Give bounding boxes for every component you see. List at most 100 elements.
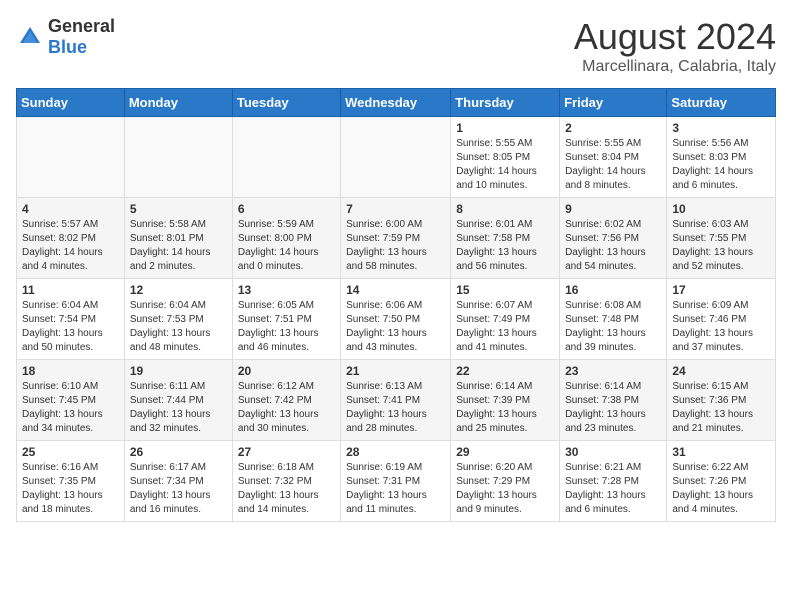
calendar-cell bbox=[232, 117, 340, 198]
day-info: Sunrise: 6:04 AM Sunset: 7:53 PM Dayligh… bbox=[130, 299, 227, 355]
day-info: Sunrise: 6:21 AM Sunset: 7:28 PM Dayligh… bbox=[565, 461, 661, 517]
calendar-cell: 23Sunrise: 6:14 AM Sunset: 7:38 PM Dayli… bbox=[560, 360, 667, 441]
calendar-header-row: SundayMondayTuesdayWednesdayThursdayFrid… bbox=[17, 89, 776, 117]
day-number: 25 bbox=[22, 445, 119, 459]
day-info: Sunrise: 6:01 AM Sunset: 7:58 PM Dayligh… bbox=[456, 218, 554, 274]
day-info: Sunrise: 6:17 AM Sunset: 7:34 PM Dayligh… bbox=[130, 461, 227, 517]
calendar-cell: 4 Sunrise: 5:57 AM Sunset: 8:02 PM Daylig… bbox=[17, 198, 125, 279]
day-info: Sunrise: 6:18 AM Sunset: 7:32 PM Dayligh… bbox=[238, 461, 335, 517]
day-number: 24 bbox=[672, 364, 770, 378]
calendar-cell: 31 Sunrise: 6:22 AM Sunset: 7:26 PM Dayli… bbox=[667, 441, 776, 522]
calendar-cell: 15 Sunrise: 6:07 AM Sunset: 7:49 PM Dayli… bbox=[451, 279, 560, 360]
calendar-cell: 1 Sunrise: 5:55 AM Sunset: 8:05 PM Daylig… bbox=[451, 117, 560, 198]
calendar-cell: 17Sunrise: 6:09 AM Sunset: 7:46 PM Dayli… bbox=[667, 279, 776, 360]
calendar-cell: 22 Sunrise: 6:14 AM Sunset: 7:39 PM Dayli… bbox=[451, 360, 560, 441]
day-number: 8 bbox=[456, 202, 554, 216]
day-info: Sunrise: 6:16 AM Sunset: 7:35 PM Dayligh… bbox=[22, 461, 119, 517]
day-number: 2 bbox=[565, 121, 661, 135]
calendar-week-5: 25 Sunrise: 6:16 AM Sunset: 7:35 PM Dayli… bbox=[17, 441, 776, 522]
page-header: General Blue August 2024 Marcellinara, C… bbox=[16, 16, 776, 76]
calendar-week-4: 18 Sunrise: 6:10 AM Sunset: 7:45 PM Dayli… bbox=[17, 360, 776, 441]
day-number: 10 bbox=[672, 202, 770, 216]
day-info: Sunrise: 6:10 AM Sunset: 7:45 PM Dayligh… bbox=[22, 380, 119, 436]
logo-text-general: General bbox=[48, 16, 115, 36]
day-number: 30 bbox=[565, 445, 661, 459]
day-info: Sunrise: 5:57 AM Sunset: 8:02 PM Dayligh… bbox=[22, 218, 119, 274]
weekday-header-monday: Monday bbox=[124, 89, 232, 117]
calendar-cell: 30 Sunrise: 6:21 AM Sunset: 7:28 PM Dayli… bbox=[560, 441, 667, 522]
day-info: Sunrise: 6:20 AM Sunset: 7:29 PM Dayligh… bbox=[456, 461, 554, 517]
day-info: Sunrise: 6:22 AM Sunset: 7:26 PM Dayligh… bbox=[672, 461, 770, 517]
day-info: Sunrise: 6:04 AM Sunset: 7:54 PM Dayligh… bbox=[22, 299, 119, 355]
day-info: Sunrise: 6:06 AM Sunset: 7:50 PM Dayligh… bbox=[346, 299, 445, 355]
calendar-cell bbox=[17, 117, 125, 198]
calendar-cell: 12 Sunrise: 6:04 AM Sunset: 7:53 PM Dayli… bbox=[124, 279, 232, 360]
day-number: 26 bbox=[130, 445, 227, 459]
calendar-cell: 18 Sunrise: 6:10 AM Sunset: 7:45 PM Dayli… bbox=[17, 360, 125, 441]
day-info: Sunrise: 6:14 AM Sunset: 7:39 PM Dayligh… bbox=[456, 380, 554, 436]
calendar-cell: 2 Sunrise: 5:55 AM Sunset: 8:04 PM Daylig… bbox=[560, 117, 667, 198]
day-number: 4 bbox=[22, 202, 119, 216]
weekday-header-thursday: Thursday bbox=[451, 89, 560, 117]
calendar-cell bbox=[341, 117, 451, 198]
day-number: 9 bbox=[565, 202, 661, 216]
day-number: 17 bbox=[672, 283, 770, 297]
calendar-cell: 19Sunrise: 6:11 AM Sunset: 7:44 PM Dayli… bbox=[124, 360, 232, 441]
calendar-cell: 10 Sunrise: 6:03 AM Sunset: 7:55 PM Dayli… bbox=[667, 198, 776, 279]
day-info: Sunrise: 6:15 AM Sunset: 7:36 PM Dayligh… bbox=[672, 380, 770, 436]
day-number: 3 bbox=[672, 121, 770, 135]
weekday-header-wednesday: Wednesday bbox=[341, 89, 451, 117]
day-info: Sunrise: 5:58 AM Sunset: 8:01 PM Dayligh… bbox=[130, 218, 227, 274]
day-number: 16 bbox=[565, 283, 661, 297]
day-info: Sunrise: 6:05 AM Sunset: 7:51 PM Dayligh… bbox=[238, 299, 335, 355]
month-title: August 2024 bbox=[574, 16, 776, 58]
day-info: Sunrise: 6:00 AM Sunset: 7:59 PM Dayligh… bbox=[346, 218, 445, 274]
calendar-cell: 21 Sunrise: 6:13 AM Sunset: 7:41 PM Dayli… bbox=[341, 360, 451, 441]
day-info: Sunrise: 6:12 AM Sunset: 7:42 PM Dayligh… bbox=[238, 380, 335, 436]
day-number: 13 bbox=[238, 283, 335, 297]
day-info: Sunrise: 6:07 AM Sunset: 7:49 PM Dayligh… bbox=[456, 299, 554, 355]
logo: General Blue bbox=[16, 16, 115, 58]
day-number: 5 bbox=[130, 202, 227, 216]
logo-text-blue: Blue bbox=[48, 37, 87, 57]
calendar-cell: 26 Sunrise: 6:17 AM Sunset: 7:34 PM Dayli… bbox=[124, 441, 232, 522]
day-number: 11 bbox=[22, 283, 119, 297]
logo-icon bbox=[16, 23, 44, 51]
day-number: 6 bbox=[238, 202, 335, 216]
day-number: 18 bbox=[22, 364, 119, 378]
day-number: 29 bbox=[456, 445, 554, 459]
weekday-header-friday: Friday bbox=[560, 89, 667, 117]
calendar-cell: 29 Sunrise: 6:20 AM Sunset: 7:29 PM Dayli… bbox=[451, 441, 560, 522]
calendar-week-3: 11 Sunrise: 6:04 AM Sunset: 7:54 PM Dayli… bbox=[17, 279, 776, 360]
calendar-body: 1 Sunrise: 5:55 AM Sunset: 8:05 PM Daylig… bbox=[17, 117, 776, 522]
calendar-cell: 6 Sunrise: 5:59 AM Sunset: 8:00 PM Daylig… bbox=[232, 198, 340, 279]
day-number: 14 bbox=[346, 283, 445, 297]
day-info: Sunrise: 5:59 AM Sunset: 8:00 PM Dayligh… bbox=[238, 218, 335, 274]
day-number: 7 bbox=[346, 202, 445, 216]
calendar-cell: 20 Sunrise: 6:12 AM Sunset: 7:42 PM Dayli… bbox=[232, 360, 340, 441]
day-number: 19 bbox=[130, 364, 227, 378]
day-number: 28 bbox=[346, 445, 445, 459]
day-number: 1 bbox=[456, 121, 554, 135]
day-info: Sunrise: 6:14 AM Sunset: 7:38 PM Dayligh… bbox=[565, 380, 661, 436]
day-number: 27 bbox=[238, 445, 335, 459]
calendar-cell: 5 Sunrise: 5:58 AM Sunset: 8:01 PM Daylig… bbox=[124, 198, 232, 279]
calendar-cell: 24 Sunrise: 6:15 AM Sunset: 7:36 PM Dayli… bbox=[667, 360, 776, 441]
day-number: 20 bbox=[238, 364, 335, 378]
calendar-cell: 28Sunrise: 6:19 AM Sunset: 7:31 PM Dayli… bbox=[341, 441, 451, 522]
weekday-header-tuesday: Tuesday bbox=[232, 89, 340, 117]
day-number: 15 bbox=[456, 283, 554, 297]
day-number: 21 bbox=[346, 364, 445, 378]
day-info: Sunrise: 5:55 AM Sunset: 8:04 PM Dayligh… bbox=[565, 137, 661, 193]
calendar-cell: 14 Sunrise: 6:06 AM Sunset: 7:50 PM Dayli… bbox=[341, 279, 451, 360]
weekday-header-saturday: Saturday bbox=[667, 89, 776, 117]
day-number: 31 bbox=[672, 445, 770, 459]
title-block: August 2024 Marcellinara, Calabria, Ital… bbox=[574, 16, 776, 76]
day-number: 22 bbox=[456, 364, 554, 378]
calendar-week-2: 4 Sunrise: 5:57 AM Sunset: 8:02 PM Daylig… bbox=[17, 198, 776, 279]
location-title: Marcellinara, Calabria, Italy bbox=[574, 58, 776, 76]
day-number: 12 bbox=[130, 283, 227, 297]
day-info: Sunrise: 5:55 AM Sunset: 8:05 PM Dayligh… bbox=[456, 137, 554, 193]
day-info: Sunrise: 6:03 AM Sunset: 7:55 PM Dayligh… bbox=[672, 218, 770, 274]
day-info: Sunrise: 6:13 AM Sunset: 7:41 PM Dayligh… bbox=[346, 380, 445, 436]
